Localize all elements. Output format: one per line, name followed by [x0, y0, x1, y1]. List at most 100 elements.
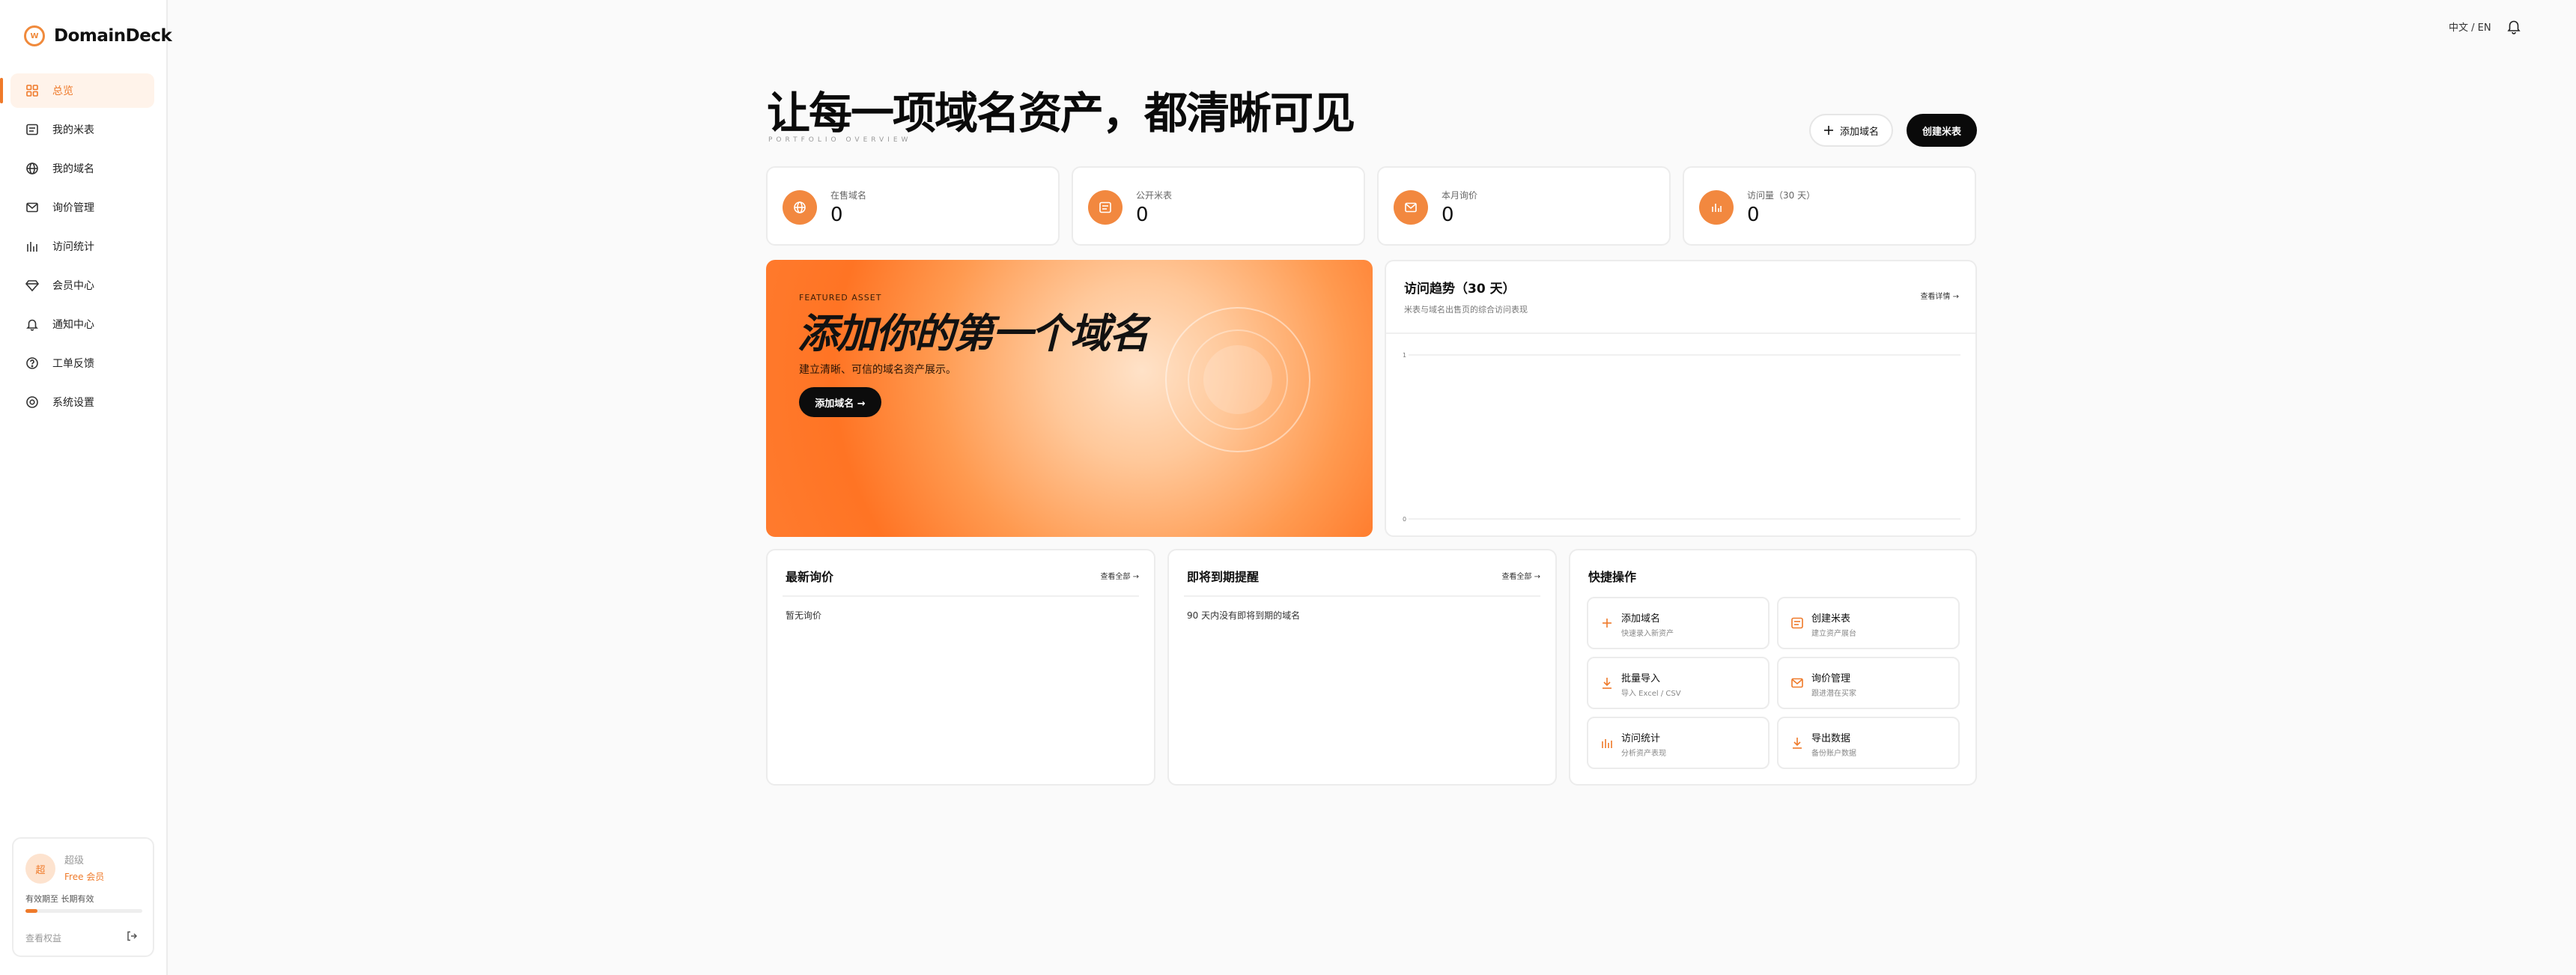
- quick-action-desc: 分析资产表现: [1621, 750, 1666, 758]
- stat-value: 0: [830, 204, 843, 226]
- globe-icon: [783, 190, 817, 225]
- quick-action-bulk-import[interactable]: 批量导入 导入 Excel / CSV: [1587, 657, 1770, 709]
- brand[interactable]: W DomainDeck: [24, 25, 172, 46]
- plus-icon: [1823, 126, 1833, 135]
- sidebar-item-mibiao[interactable]: 我的米表: [10, 112, 154, 147]
- mail-icon: [1394, 190, 1428, 225]
- stat-value: 0: [1136, 204, 1149, 226]
- page-subtitle: PORTFOLIO OVERVIEW: [768, 136, 912, 144]
- expiring-reminder-card: 即将到期提醒 查看全部 → 90 天内没有即将到期的域名: [1167, 549, 1557, 786]
- quick-action-label: 添加域名: [1621, 613, 1661, 625]
- stat-card-visits[interactable]: 访问量（30 天） 0: [1683, 166, 1976, 246]
- sidebar-item-domains[interactable]: 我的域名: [10, 151, 154, 186]
- banner-add-domain-button[interactable]: 添加域名 →: [799, 387, 881, 417]
- sidebar-item-label: 通知中心: [52, 319, 94, 331]
- sidebar-item-label: 询价管理: [52, 202, 94, 214]
- sidebar-item-label: 总览: [52, 85, 73, 97]
- chart-y-tick-label: 1: [1403, 352, 1406, 359]
- expiring-view-all-link[interactable]: 查看全部 →: [1501, 570, 1540, 581]
- sidebar-item-label: 访问统计: [52, 241, 94, 253]
- sidebar-item-notifications[interactable]: 通知中心: [10, 307, 154, 341]
- stat-label: 公开米表: [1136, 190, 1173, 201]
- member-card: 超 超级 Free 会员 有效期至 长期有效 查看权益: [12, 837, 154, 957]
- sidebar-item-overview[interactable]: 总览: [0, 73, 154, 108]
- stat-label: 访问量（30 天）: [1747, 190, 1816, 201]
- quick-action-label: 批量导入: [1621, 673, 1661, 684]
- expiring-empty-text: 90 天内没有即将到期的域名: [1187, 610, 1301, 621]
- trend-chart: 10: [1386, 332, 1975, 523]
- sidebar-item-label: 会员中心: [52, 280, 94, 292]
- sidebar-item-stats[interactable]: 访问统计: [10, 229, 154, 264]
- sidebar-item-membership[interactable]: 会员中心: [10, 268, 154, 303]
- export-icon: [1793, 738, 1802, 749]
- brand-name: DomainDeck: [54, 26, 172, 46]
- banner-title: 添加你的第一个域名: [798, 310, 1149, 357]
- bar-chart-icon: [1602, 739, 1612, 748]
- quick-action-desc: 建立资产展台: [1811, 630, 1856, 638]
- decorative-rings-icon: [1165, 307, 1310, 452]
- quick-action-export[interactable]: 导出数据 备份账户数据: [1777, 717, 1960, 769]
- grid-icon: [25, 84, 39, 97]
- quick-action-create-mibiao[interactable]: 创建米表 建立资产展台: [1777, 597, 1960, 649]
- sidebar-item-label: 工单反馈: [52, 358, 94, 370]
- latest-inquiries-card: 最新询价 查看全部 → 暂无询价: [766, 549, 1155, 786]
- chart-y-tick-label: 0: [1403, 516, 1406, 523]
- quick-action-desc: 快速录入新资产: [1621, 630, 1674, 638]
- sidebar-item-inquiries[interactable]: 询价管理: [10, 190, 154, 225]
- sidebar-item-settings[interactable]: 系统设置: [10, 385, 154, 419]
- member-progress-fill: [25, 909, 37, 913]
- sidebar-item-tickets[interactable]: 工单反馈: [10, 346, 154, 380]
- quick-action-label: 创建米表: [1811, 613, 1851, 625]
- expiring-title: 即将到期提醒: [1187, 570, 1260, 584]
- divider: [783, 595, 1139, 597]
- quick-action-inquiries[interactable]: 询价管理 跟进潜在买家: [1777, 657, 1960, 709]
- stat-label: 本月询价: [1442, 190, 1478, 201]
- mail-icon: [1791, 678, 1803, 688]
- inquiries-empty-text: 暂无询价: [786, 610, 822, 621]
- sidebar: W DomainDeck 总览 我的米表 我的域名 询价管理 访问统计 会员中心…: [0, 0, 172, 975]
- quick-actions-card: 快捷操作 添加域名 快速录入新资产 创建米表 建立资产展台 批量导入 导入 Ex…: [1569, 549, 1977, 786]
- plus-icon: [1603, 619, 1611, 628]
- quick-action-label: 询价管理: [1811, 673, 1851, 684]
- page-title: 让每一项域名资产，都清晰可见: [767, 88, 1355, 139]
- quick-action-stats[interactable]: 访问统计 分析资产表现: [1587, 717, 1770, 769]
- member-name: 超级: [64, 855, 85, 866]
- settings-icon: [25, 395, 39, 409]
- visit-trend-card: 访问趋势（30 天） 米表与域名出售页的综合访问表现 查看详情 → 10: [1385, 260, 1977, 537]
- language-switch[interactable]: 中文 / EN: [2449, 19, 2491, 34]
- mail-icon: [25, 201, 39, 214]
- member-tier: Free 会员: [64, 872, 105, 882]
- brand-logo-icon: W: [24, 25, 45, 46]
- avatar: 超: [25, 854, 55, 884]
- stat-value: 0: [1442, 204, 1454, 226]
- member-progress-bar: [25, 909, 142, 913]
- inquiries-title: 最新询价: [786, 570, 834, 584]
- stat-card-domains[interactable]: 在售域名 0: [766, 166, 1060, 246]
- add-domain-button[interactable]: 添加域名: [1809, 114, 1893, 147]
- list-icon: [1088, 190, 1123, 225]
- list-icon: [1791, 617, 1803, 629]
- inquiries-view-all-link[interactable]: 查看全部 →: [1100, 570, 1139, 581]
- bar-chart-icon: [25, 240, 39, 253]
- help-circle-icon: [25, 356, 39, 370]
- divider: [1184, 595, 1540, 597]
- list-icon: [25, 123, 39, 136]
- stat-value: 0: [1747, 204, 1760, 226]
- app-root: W DomainDeck 总览 我的米表 我的域名 询价管理 访问统计 会员中心…: [0, 0, 2576, 975]
- sidebar-item-label: 我的米表: [52, 124, 94, 136]
- notification-bell-icon[interactable]: [2506, 18, 2522, 34]
- stat-card-inquiries[interactable]: 本月询价 0: [1377, 166, 1671, 246]
- quick-action-label: 导出数据: [1811, 733, 1851, 744]
- quick-action-desc: 导入 Excel / CSV: [1621, 690, 1681, 698]
- quick-action-desc: 跟进潜在买家: [1811, 690, 1856, 698]
- globe-icon: [25, 162, 39, 175]
- logout-icon[interactable]: [126, 930, 138, 942]
- quick-action-add-domain[interactable]: 添加域名 快速录入新资产: [1587, 597, 1770, 649]
- stat-label: 在售域名: [830, 190, 867, 201]
- member-expiry: 有效期至 长期有效: [25, 894, 94, 904]
- stat-card-mibiao[interactable]: 公开米表 0: [1072, 166, 1365, 246]
- create-mibiao-button[interactable]: 创建米表: [1907, 114, 1977, 147]
- view-benefits-link[interactable]: 查看权益: [25, 932, 61, 944]
- quick-action-label: 访问统计: [1621, 733, 1661, 744]
- diamond-icon: [25, 279, 39, 292]
